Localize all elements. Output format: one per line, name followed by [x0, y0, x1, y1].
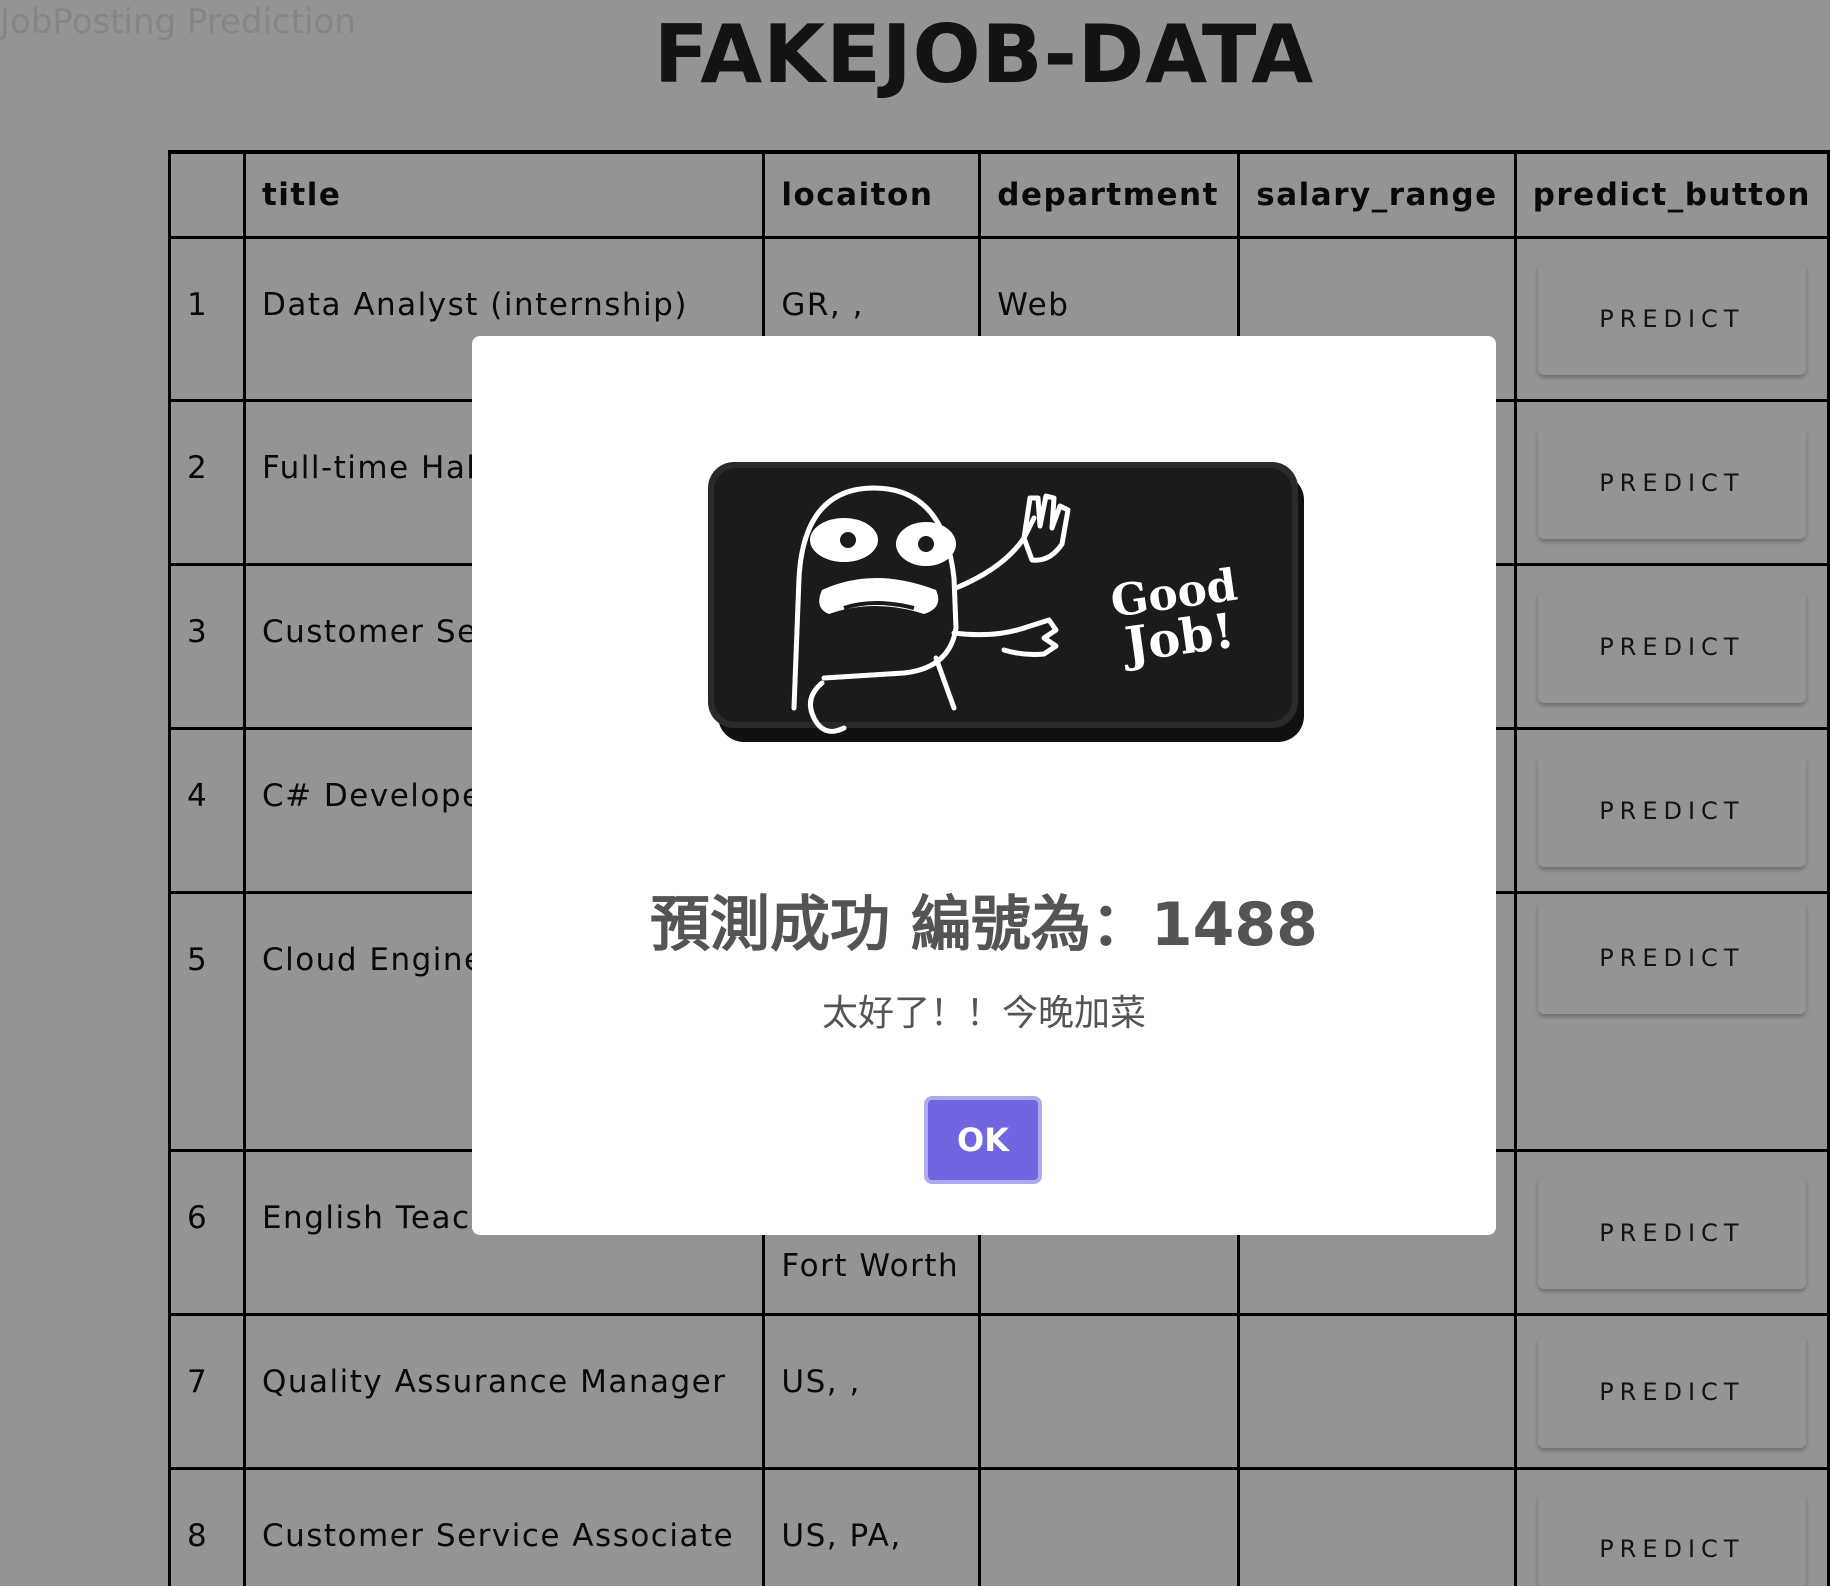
page: JobPosting Prediction FAKEJOB-DATA title…: [0, 0, 1830, 1586]
ok-button[interactable]: OK: [924, 1096, 1042, 1184]
dialog-title: 預測成功 編號為：1488: [650, 890, 1318, 960]
dialog-message: 太好了！！今晚加菜: [821, 993, 1146, 1034]
good-job-badge-image: Good Job!: [708, 462, 1304, 742]
success-dialog: Good Job! 預測成功 編號為：1488 太好了！！今晚加菜 OK: [472, 336, 1496, 1235]
